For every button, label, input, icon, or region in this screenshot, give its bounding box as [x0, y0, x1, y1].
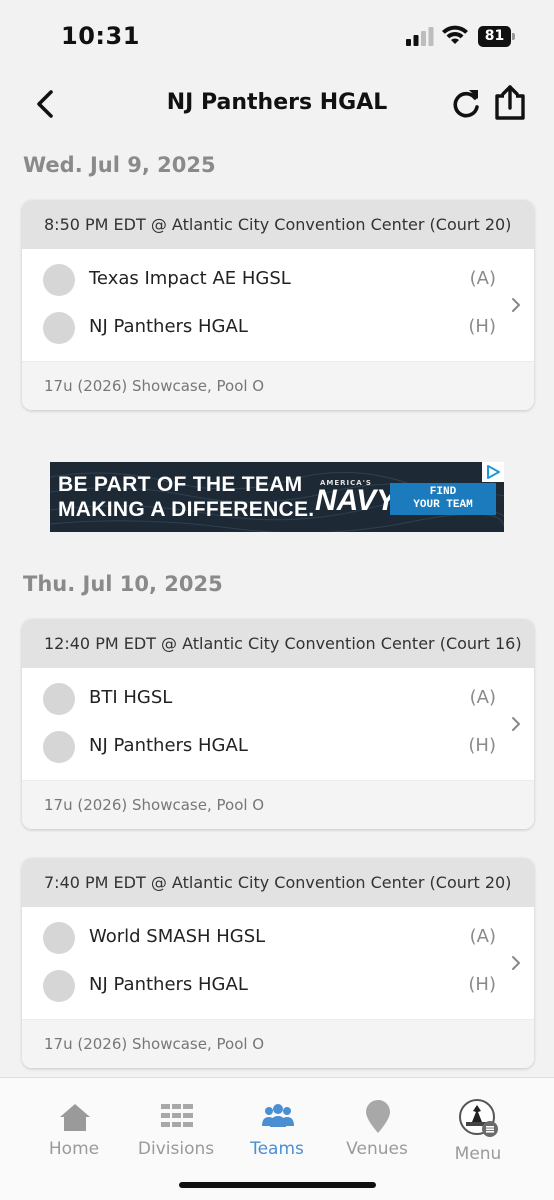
- tab-label: Menu: [454, 1144, 502, 1164]
- team-side-label: (A): [469, 926, 496, 947]
- game-time-venue: 8:50 PM EDT @ Atlantic City Convention C…: [22, 200, 534, 249]
- home-icon: [60, 1104, 90, 1131]
- refresh-icon[interactable]: [449, 87, 483, 121]
- game-division: 17u (2026) Showcase, Pool O: [22, 361, 534, 410]
- teams-icon: [262, 1104, 294, 1127]
- battery-icon: 81: [478, 26, 516, 47]
- team-name: World SMASH HGSL: [89, 926, 266, 947]
- team-name: NJ Panthers HGAL: [89, 316, 248, 337]
- team-row-away: World SMASH HGSL (A): [22, 914, 534, 962]
- team-side-label: (H): [468, 735, 496, 756]
- team-logo-placeholder: [43, 312, 75, 344]
- menu-avatar-icon: [459, 1099, 498, 1137]
- chevron-right-icon: [512, 717, 520, 731]
- tab-menu[interactable]: Menu: [428, 1078, 528, 1173]
- team-row-away: Texas Impact AE HGSL (A): [22, 256, 534, 304]
- divisions-icon: [161, 1104, 193, 1127]
- team-side-label: (A): [469, 268, 496, 289]
- ad-cta-line1: FIND: [429, 486, 457, 498]
- venue-pin-icon: [366, 1100, 390, 1133]
- ad-headline-line2: MAKING A DIFFERENCE.: [58, 498, 315, 521]
- team-row-home: NJ Panthers HGAL (H): [22, 304, 534, 352]
- game-time-venue: 7:40 PM EDT @ Atlantic City Convention C…: [22, 858, 534, 907]
- team-side-label: (H): [468, 316, 496, 337]
- game-card[interactable]: 8:50 PM EDT @ Atlantic City Convention C…: [22, 200, 534, 410]
- team-name: Texas Impact AE HGSL: [89, 268, 291, 289]
- team-name: BTI HGSL: [89, 687, 173, 708]
- team-logo-placeholder: [43, 970, 75, 1002]
- home-indicator: [179, 1182, 376, 1188]
- wifi-icon: [442, 25, 468, 44]
- game-division: 17u (2026) Showcase, Pool O: [22, 780, 534, 829]
- tab-divisions[interactable]: Divisions: [126, 1078, 226, 1173]
- schedule-list[interactable]: Wed. Jul 9, 2025 8:50 PM EDT @ Atlantic …: [0, 140, 554, 1075]
- game-card[interactable]: 12:40 PM EDT @ Atlantic City Convention …: [22, 619, 534, 829]
- ad-choices-icon[interactable]: [482, 462, 504, 482]
- status-bar: 10:31 81: [0, 0, 554, 70]
- team-row-away: BTI HGSL (A): [22, 675, 534, 723]
- ad-headline-line1: BE PART OF THE TEAM: [58, 473, 303, 496]
- tab-teams[interactable]: Teams: [227, 1078, 327, 1173]
- team-side-label: (A): [469, 687, 496, 708]
- date-header: Thu. Jul 10, 2025: [23, 572, 223, 596]
- team-logo-placeholder: [43, 922, 75, 954]
- tab-venues[interactable]: Venues: [327, 1078, 427, 1173]
- nav-bar: NJ Panthers HGAL: [0, 78, 554, 132]
- team-logo-placeholder: [43, 264, 75, 296]
- chevron-right-icon: [512, 956, 520, 970]
- chevron-right-icon: [512, 298, 520, 312]
- ad-brand-logo: NAVY: [315, 484, 397, 517]
- battery-level: 81: [484, 28, 505, 44]
- team-row-home: NJ Panthers HGAL (H): [22, 723, 534, 771]
- team-name: NJ Panthers HGAL: [89, 735, 248, 756]
- game-division: 17u (2026) Showcase, Pool O: [22, 1019, 534, 1068]
- team-logo-placeholder: [43, 683, 75, 715]
- share-icon[interactable]: [492, 84, 528, 122]
- ad-banner[interactable]: BE PART OF THE TEAM MAKING A DIFFERENCE.…: [50, 462, 504, 532]
- date-header: Wed. Jul 9, 2025: [23, 153, 216, 177]
- tab-label: Venues: [346, 1139, 408, 1159]
- cellular-signal-icon: [406, 27, 434, 46]
- team-name: NJ Panthers HGAL: [89, 974, 248, 995]
- ad-cta-button[interactable]: FIND YOUR TEAM: [390, 483, 496, 515]
- game-card[interactable]: 7:40 PM EDT @ Atlantic City Convention C…: [22, 858, 534, 1068]
- tab-home[interactable]: Home: [24, 1078, 124, 1173]
- status-time: 10:31: [61, 22, 140, 50]
- ad-cta-line2: YOUR TEAM: [413, 499, 473, 511]
- tab-label: Divisions: [137, 1139, 215, 1159]
- team-side-label: (H): [468, 974, 496, 995]
- team-row-home: NJ Panthers HGAL (H): [22, 962, 534, 1010]
- ad-headline: BE PART OF THE TEAM MAKING A DIFFERENCE.: [58, 472, 314, 522]
- tab-label: Teams: [250, 1139, 304, 1159]
- game-time-venue: 12:40 PM EDT @ Atlantic City Convention …: [22, 619, 534, 668]
- tab-label: Home: [48, 1139, 100, 1159]
- team-logo-placeholder: [43, 731, 75, 763]
